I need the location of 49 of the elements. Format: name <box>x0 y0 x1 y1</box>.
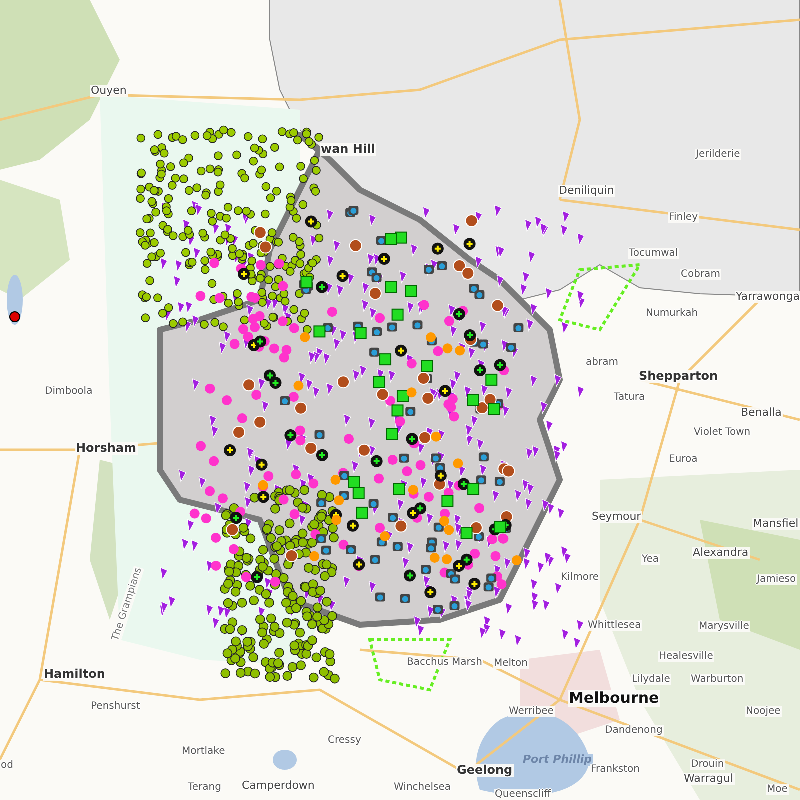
place-label: Queenscliff <box>494 789 552 800</box>
place-label: Marysville <box>698 621 750 632</box>
place-label: Geelong <box>456 764 514 778</box>
place-label: Alexandra <box>692 547 750 560</box>
place-label: Warburton <box>690 674 745 685</box>
water-label: Port Phillip <box>522 754 593 766</box>
place-label: wan Hill <box>320 143 376 156</box>
place-label: Werribee <box>508 706 555 717</box>
place-label: Drouin <box>690 759 726 770</box>
place-label: Ouyen <box>90 85 128 98</box>
place-label: Melton <box>493 658 529 669</box>
place-label: Tocumwal <box>628 248 680 259</box>
place-label: Hamilton <box>43 668 106 682</box>
place-label: Winchelsea <box>393 782 452 793</box>
place-label: Mansfiel <box>752 518 800 530</box>
place-label: od <box>0 760 14 771</box>
place-label: Frankston <box>590 764 641 775</box>
place-label: Horsham <box>75 442 138 456</box>
place-label: Cressy <box>327 735 362 746</box>
place-label: Yea <box>641 554 660 565</box>
place-label: Warragul <box>683 773 735 786</box>
place-label: Shepparton <box>638 370 720 384</box>
place-label: Numurkah <box>645 308 700 319</box>
place-label: Jerilderie <box>695 149 742 160</box>
place-label: Mortlake <box>181 746 226 757</box>
place-label: Penshurst <box>90 701 142 712</box>
place-label: Camperdown <box>241 780 316 792</box>
place-label: Benalla <box>740 407 783 420</box>
place-label: Lilydale <box>631 674 672 685</box>
place-label: Bacchus Marsh <box>406 657 484 668</box>
place-label: Finley <box>668 212 699 223</box>
place-label: Terang <box>187 782 222 793</box>
place-label: Noojee <box>745 706 782 717</box>
place-label: Jamieso <box>756 574 798 585</box>
place-label: Moe <box>766 784 789 795</box>
place-label: Deniliquin <box>558 185 616 198</box>
place-label: abram <box>585 357 620 368</box>
place-label: Melbourne <box>568 690 660 706</box>
place-label: Whittlesea <box>587 620 642 631</box>
place-label: Dimboola <box>44 386 94 397</box>
place-label: Violet Town <box>693 427 752 438</box>
place-label: Euroa <box>668 454 699 465</box>
place-label: Seymour <box>591 511 642 524</box>
place-label: Cobram <box>680 269 722 280</box>
place-label: Dandenong <box>604 725 664 736</box>
place-label: Kilmore <box>560 572 600 583</box>
place-label: Healesville <box>658 651 714 662</box>
place-label: Tatura <box>613 392 646 403</box>
place-label: Yarrawonga <box>735 291 800 304</box>
